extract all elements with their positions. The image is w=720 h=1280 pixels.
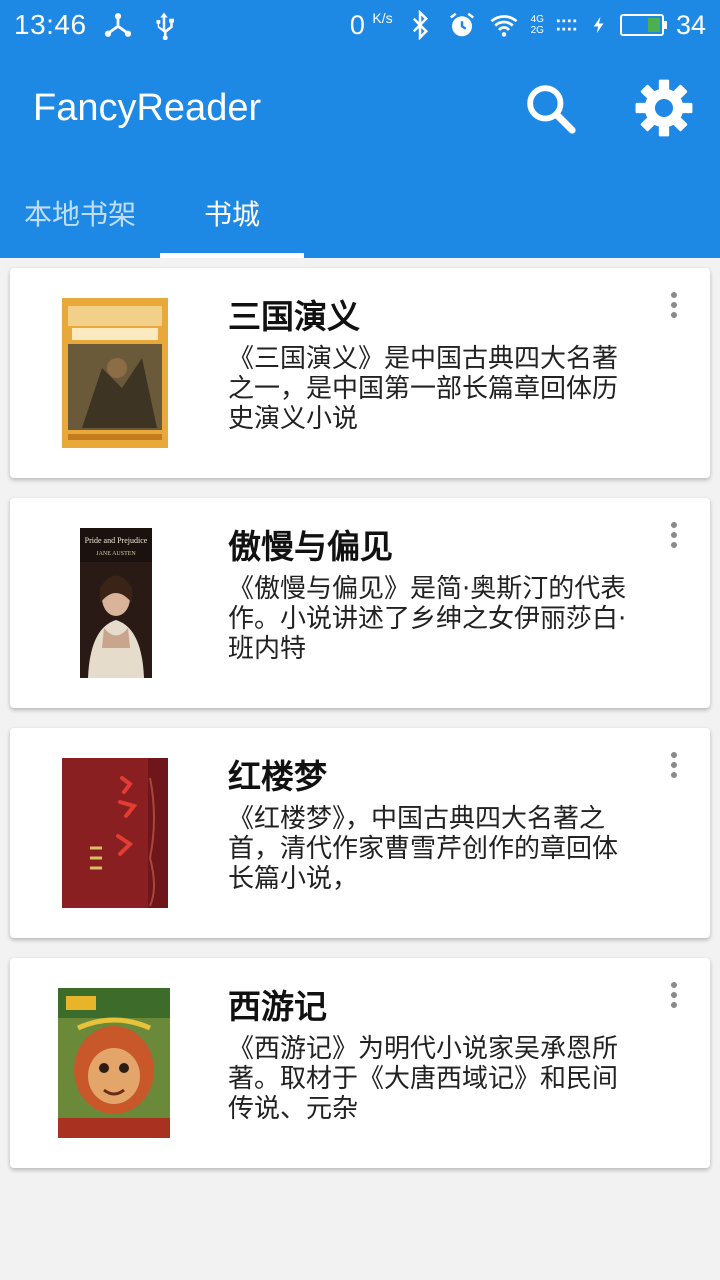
book-description: 《傲慢与偏见》是简·奥斯汀的代表作。小说讲述了乡绅之女伊丽莎白·班内特 <box>228 574 627 664</box>
book-description: 《西游记》为明代小说家吴承恩所著。取材于《大唐西域记》和民间传说、元杂 <box>228 1034 619 1124</box>
book-description: 《三国演义》是中国古典四大名著之一，是中国第一部长篇章回体历史演义小说 <box>228 344 619 434</box>
wifi-icon <box>489 10 519 40</box>
network-speed: 0 K/s <box>349 9 393 40</box>
book-card[interactable]: 红楼梦 《红楼梦》，中国古典四大名著之首，清代作家曹雪芹创作的章回体长篇小说， <box>10 728 710 938</box>
app-title: FancyReader <box>33 86 262 129</box>
search-icon <box>522 80 578 136</box>
book-cover <box>62 758 168 908</box>
battery-level: 34 <box>675 9 706 40</box>
network-type: 4G 2G <box>530 14 544 36</box>
more-vert-icon <box>671 292 677 298</box>
book-cover <box>58 988 170 1138</box>
book-card[interactable]: 西游记 《西游记》为明代小说家吴承恩所著。取材于《大唐西域记》和民间传说、元杂 <box>10 958 710 1168</box>
book-cover: Pride and Prejudice JANE AUSTEN <box>80 528 152 678</box>
more-options-button[interactable] <box>660 520 688 550</box>
book-card[interactable]: Pride and Prejudice JANE AUSTEN 傲慢与偏见 《傲… <box>10 498 710 708</box>
cover-author: JANE AUSTEN <box>96 551 136 557</box>
more-vert-icon <box>671 752 677 758</box>
book-card[interactable]: 三国演义 《三国演义》是中国古典四大名著之一，是中国第一部长篇章回体历史演义小说 <box>10 268 710 478</box>
search-button[interactable] <box>518 76 582 140</box>
book-description: 《红楼梦》，中国古典四大名著之首，清代作家曹雪芹创作的章回体长篇小说， <box>228 804 619 894</box>
more-options-button[interactable] <box>660 290 688 320</box>
tab-bookstore[interactable]: 书城 <box>160 168 304 258</box>
more-options-button[interactable] <box>660 980 688 1010</box>
toolbar: FancyReader <box>0 60 720 156</box>
bluetooth-icon <box>405 10 435 40</box>
book-title: 傲慢与偏见 <box>228 527 393 566</box>
signal-icon <box>556 10 578 40</box>
book-title: 红楼梦 <box>228 757 327 796</box>
more-options-button[interactable] <box>660 750 688 780</box>
book-cover <box>62 298 168 448</box>
more-vert-icon <box>671 522 677 528</box>
settings-button[interactable] <box>632 76 696 140</box>
tab-local-shelf[interactable]: 本地书架 <box>0 168 160 258</box>
usb-icon <box>149 10 179 40</box>
book-title: 三国演义 <box>228 297 360 336</box>
more-vert-icon <box>671 982 677 988</box>
gear-icon <box>633 77 695 139</box>
alarm-icon <box>447 10 477 40</box>
status-bar: 13:46 0 K/s 4G 2G 34 <box>0 0 720 50</box>
book-title: 西游记 <box>228 987 327 1026</box>
app-bar: 13:46 0 K/s 4G 2G 34 FancyReader 本地书架 书城 <box>0 0 720 258</box>
tab-bar: 本地书架 书城 <box>0 168 304 258</box>
book-list: 三国演义 《三国演义》是中国古典四大名著之一，是中国第一部长篇章回体历史演义小说… <box>10 268 710 1188</box>
status-time: 13:46 <box>14 9 87 40</box>
charging-icon <box>590 10 608 40</box>
share-icon <box>103 10 133 40</box>
battery-icon <box>619 14 667 36</box>
cover-title: Pride and Prejudice <box>85 536 148 545</box>
